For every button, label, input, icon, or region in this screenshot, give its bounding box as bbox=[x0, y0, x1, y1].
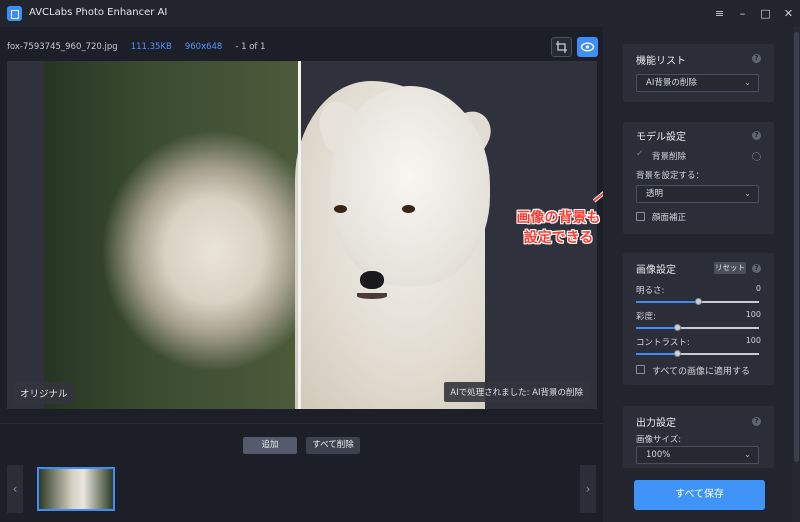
sidebar-scroll-thumb[interactable] bbox=[794, 32, 799, 462]
feature-select[interactable]: AI背景の削除 ⌄ bbox=[636, 74, 759, 92]
window-controls: ≡ – □ ✕ bbox=[708, 0, 800, 27]
original-label: オリジナル bbox=[14, 382, 74, 404]
help-icon[interactable]: ? bbox=[752, 54, 761, 63]
contrast-slider-knob[interactable] bbox=[673, 350, 681, 357]
contrast-label: コントラスト: bbox=[636, 338, 690, 348]
original-photo bbox=[44, 61, 300, 409]
chevron-down-icon: ⌄ bbox=[744, 450, 751, 459]
brightness-slider[interactable] bbox=[636, 298, 759, 305]
maximize-button[interactable]: □ bbox=[754, 0, 777, 27]
background-select-value: 透明 bbox=[646, 189, 664, 199]
brightness-value: 0 bbox=[755, 284, 761, 293]
brightness-slider-knob[interactable] bbox=[694, 298, 702, 305]
output-settings-panel: 出力設定 ? 画像サイズ: 100% ⌄ bbox=[623, 406, 774, 468]
gear-icon[interactable] bbox=[752, 152, 761, 161]
model-settings-panel: モデル設定 ? ✓ 背景削除 背景を設定する： 透明 ⌄ 顔面補正 bbox=[623, 122, 774, 234]
bottom-divider bbox=[0, 423, 603, 424]
save-all-button[interactable]: すべて保存 bbox=[634, 480, 765, 510]
image-settings-panel: 画像設定 リセット ? 明るさ: 0 彩度: 100 コントラスト: 100 す… bbox=[623, 253, 774, 385]
saturation-slider-knob[interactable] bbox=[673, 324, 681, 331]
fox-mouth bbox=[357, 293, 387, 299]
saturation-slider[interactable] bbox=[636, 324, 759, 331]
model-settings-title: モデル設定 bbox=[636, 132, 686, 143]
app-logo-icon bbox=[7, 6, 22, 21]
image-size-select[interactable]: 100% ⌄ bbox=[636, 446, 759, 464]
fox-eye-right bbox=[402, 205, 415, 213]
face-fix-checkbox[interactable] bbox=[636, 212, 645, 221]
page-indicator: - 1 of 1 bbox=[235, 42, 266, 52]
reset-button[interactable]: リセット bbox=[714, 262, 746, 274]
image-settings-title: 画像設定 bbox=[636, 265, 676, 276]
saturation-value: 100 bbox=[745, 310, 761, 319]
set-background-label: 背景を設定する： bbox=[636, 171, 705, 181]
bg-remove-checkbox[interactable]: ✓ bbox=[636, 149, 644, 159]
crop-icon bbox=[556, 41, 567, 53]
feature-select-value: AI背景の削除 bbox=[646, 78, 697, 88]
crop-button[interactable] bbox=[551, 37, 572, 57]
minimize-button[interactable]: – bbox=[731, 0, 754, 27]
feature-list-panel: 機能リスト ? AI背景の削除 ⌄ bbox=[623, 44, 774, 102]
output-settings-title: 出力設定 bbox=[636, 418, 676, 429]
help-icon[interactable]: ? bbox=[752, 264, 761, 273]
apply-all-label: すべての画像に適用する bbox=[652, 367, 751, 377]
app-title: AVCLabs Photo Enhancer AI bbox=[29, 7, 168, 18]
help-icon[interactable]: ? bbox=[752, 417, 761, 426]
annotation-text: 画像の背景も 設定できる bbox=[506, 208, 611, 248]
chevron-down-icon: ⌄ bbox=[744, 78, 751, 87]
file-size: 111.35KB bbox=[130, 42, 172, 52]
help-icon[interactable]: ? bbox=[752, 131, 761, 140]
contrast-slider[interactable] bbox=[636, 350, 759, 357]
thumbnail-item[interactable] bbox=[37, 467, 115, 511]
annotation-line-2: 設定できる bbox=[523, 230, 594, 246]
brightness-slider-fill bbox=[636, 301, 698, 303]
fox-nose bbox=[360, 271, 384, 289]
contrast-slider-fill bbox=[636, 353, 677, 355]
title-bar: AVCLabs Photo Enhancer AI ≡ – □ ✕ bbox=[0, 0, 800, 27]
close-button[interactable]: ✕ bbox=[777, 0, 800, 27]
feature-list-title: 機能リスト bbox=[636, 56, 686, 67]
fox-eye-left bbox=[334, 205, 347, 213]
chevron-down-icon: ⌄ bbox=[744, 189, 751, 198]
compare-view-button[interactable] bbox=[577, 37, 598, 57]
thumb-next-button[interactable]: › bbox=[580, 465, 596, 513]
contrast-value: 100 bbox=[745, 336, 761, 345]
image-size-select-value: 100% bbox=[646, 450, 671, 460]
compare-split-handle[interactable] bbox=[298, 61, 301, 409]
background-select[interactable]: 透明 ⌄ bbox=[636, 185, 759, 203]
annotation-line-1: 画像の背景も bbox=[516, 210, 601, 226]
apply-all-checkbox[interactable] bbox=[636, 365, 645, 374]
menu-icon[interactable]: ≡ bbox=[708, 0, 731, 27]
image-size-label: 画像サイズ: bbox=[636, 435, 682, 445]
file-info-bar: fox-7593745_960_720.jpg 111.35KB 960x648… bbox=[7, 42, 266, 52]
face-fix-label: 顔面補正 bbox=[652, 213, 687, 223]
add-button[interactable]: 追加 bbox=[243, 437, 297, 454]
brightness-label: 明るさ: bbox=[636, 286, 665, 296]
bg-remove-label: 背景削除 bbox=[652, 152, 687, 162]
processed-label: AIで処理されました: AI背景の削除 bbox=[444, 382, 589, 402]
thumb-prev-button[interactable]: ‹ bbox=[7, 465, 23, 513]
fox-head bbox=[330, 86, 490, 286]
file-name: fox-7593745_960_720.jpg bbox=[7, 42, 118, 52]
delete-all-button[interactable]: すべて削除 bbox=[306, 437, 360, 454]
file-dimensions: 960x648 bbox=[184, 42, 223, 52]
saturation-label: 彩度: bbox=[636, 312, 656, 322]
saturation-slider-fill bbox=[636, 327, 677, 329]
eye-icon bbox=[580, 42, 595, 52]
